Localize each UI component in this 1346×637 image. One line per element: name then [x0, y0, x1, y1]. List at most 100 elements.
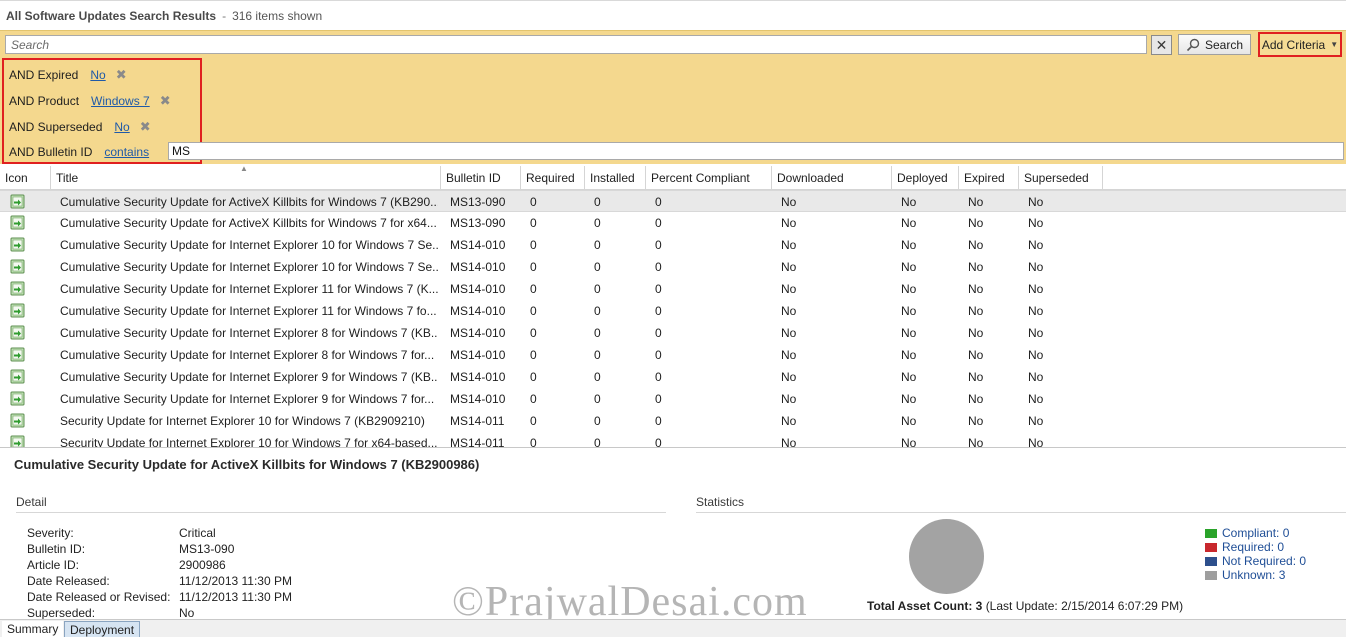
remove-criterion-icon[interactable]: ✖ — [160, 93, 171, 109]
article-id-label: Article ID: — [27, 558, 80, 572]
column-percent-compliant[interactable]: Percent Compliant — [646, 166, 772, 190]
cell-required: 0 — [530, 392, 537, 406]
asset-count-label: Total Asset Count: 3 — [867, 599, 983, 613]
add-criteria-button[interactable]: Add Criteria ▼ — [1258, 32, 1342, 57]
table-row[interactable]: Security Update for Internet Explorer 10… — [0, 410, 1346, 432]
cell-installed: 0 — [594, 195, 601, 209]
cell-superseded: No — [1028, 195, 1044, 209]
legend-label: Required: 0 — [1222, 540, 1285, 554]
table-row[interactable]: Cumulative Security Update for Internet … — [0, 256, 1346, 278]
cell-installed: 0 — [594, 370, 601, 384]
grid-body: Cumulative Security Update for ActiveX K… — [0, 190, 1346, 448]
cell-percent-compliant: 0 — [655, 392, 662, 406]
cell-title: Security Update for Internet Explorer 10… — [60, 436, 438, 448]
cell-bulletin-id: MS14-011 — [450, 436, 505, 448]
column-title[interactable]: Title — [51, 166, 441, 190]
cell-percent-compliant: 0 — [655, 348, 662, 362]
software-update-icon — [10, 259, 25, 274]
column-installed[interactable]: Installed — [585, 166, 646, 190]
cell-installed: 0 — [594, 436, 601, 448]
cell-percent-compliant: 0 — [655, 238, 662, 252]
cell-bulletin-id: MS13-090 — [450, 195, 506, 209]
column-deployed[interactable]: Deployed — [892, 166, 959, 190]
legend-swatch — [1205, 528, 1217, 538]
results-grid: ▲ Icon Title Bulletin ID Required Instal… — [0, 166, 1346, 448]
table-row[interactable]: Cumulative Security Update for Internet … — [0, 278, 1346, 300]
cell-title: Security Update for Internet Explorer 10… — [60, 414, 425, 428]
cell-percent-compliant: 0 — [655, 414, 662, 428]
date-released-label: Date Released: — [27, 574, 110, 588]
cell-deployed: No — [901, 436, 917, 448]
cell-bulletin-id: MS14-011 — [450, 414, 505, 428]
cell-installed: 0 — [594, 260, 601, 274]
criterion-operator-link[interactable]: contains — [104, 145, 149, 159]
criterion-value-link[interactable]: No — [90, 68, 105, 82]
cell-title: Cumulative Security Update for Internet … — [60, 282, 438, 296]
criterion-value-link[interactable]: No — [114, 120, 129, 134]
table-row[interactable]: Cumulative Security Update for Internet … — [0, 366, 1346, 388]
cell-superseded: No — [1028, 370, 1044, 384]
cell-bulletin-id: MS14-010 — [450, 392, 506, 406]
cell-downloaded: No — [781, 436, 797, 448]
column-downloaded[interactable]: Downloaded — [772, 166, 892, 190]
results-title: All Software Updates Search Results — [6, 9, 217, 23]
cell-required: 0 — [530, 304, 537, 318]
table-row[interactable]: Cumulative Security Update for Internet … — [0, 322, 1346, 344]
column-icon[interactable]: Icon — [0, 166, 51, 190]
cell-deployed: No — [901, 370, 917, 384]
legend-unknown: Unknown: 3 — [1205, 568, 1285, 582]
table-row[interactable]: Cumulative Security Update for Internet … — [0, 300, 1346, 322]
cell-expired: No — [968, 326, 984, 340]
clear-search-button[interactable]: ✕ — [1151, 35, 1172, 55]
criterion-value-link[interactable]: Windows 7 — [91, 94, 150, 108]
cell-deployed: No — [901, 282, 917, 296]
severity-value: Critical — [179, 526, 216, 540]
bulletin-id-input[interactable]: MS — [168, 142, 1344, 160]
cell-required: 0 — [530, 238, 537, 252]
table-row[interactable]: Cumulative Security Update for ActiveX K… — [0, 212, 1346, 234]
cell-superseded: No — [1028, 238, 1044, 252]
cell-deployed: No — [901, 414, 917, 428]
legend-label: Not Required: 0 — [1222, 554, 1307, 568]
search-panel: Search ✕ Search Add Criteria ▼ AND Expir… — [0, 30, 1346, 164]
cell-superseded: No — [1028, 282, 1044, 296]
table-row[interactable]: Cumulative Security Update for ActiveX K… — [0, 190, 1346, 212]
column-bulletin-id[interactable]: Bulletin ID — [441, 166, 521, 190]
superseded-value: No — [179, 606, 195, 620]
remove-criterion-icon[interactable]: ✖ — [140, 119, 151, 135]
cell-title: Cumulative Security Update for ActiveX K… — [60, 216, 437, 230]
software-update-icon — [10, 347, 25, 362]
table-row[interactable]: Cumulative Security Update for Internet … — [0, 234, 1346, 256]
cell-percent-compliant: 0 — [655, 195, 662, 209]
cell-downloaded: No — [781, 282, 797, 296]
cell-percent-compliant: 0 — [655, 370, 662, 384]
table-row[interactable]: Cumulative Security Update for Internet … — [0, 344, 1346, 366]
search-input[interactable]: Search — [5, 35, 1147, 54]
column-superseded[interactable]: Superseded — [1019, 166, 1103, 190]
cell-deployed: No — [901, 348, 917, 362]
table-row[interactable]: Cumulative Security Update for Internet … — [0, 388, 1346, 410]
cell-deployed: No — [901, 304, 917, 318]
superseded-label: Superseded: — [27, 606, 96, 620]
tab-deployment[interactable]: Deployment — [64, 621, 141, 637]
remove-criterion-icon[interactable]: ✖ — [116, 67, 127, 83]
cell-superseded: No — [1028, 216, 1044, 230]
cell-bulletin-id: MS14-010 — [450, 370, 506, 384]
cell-superseded: No — [1028, 260, 1044, 274]
table-row[interactable]: Security Update for Internet Explorer 10… — [0, 432, 1346, 448]
tab-summary[interactable]: Summary — [2, 621, 64, 637]
title-separator: - — [222, 9, 227, 23]
cell-expired: No — [968, 414, 984, 428]
search-button[interactable]: Search — [1178, 34, 1251, 55]
software-update-icon — [10, 194, 25, 209]
column-required[interactable]: Required — [521, 166, 585, 190]
cell-title: Cumulative Security Update for Internet … — [60, 348, 435, 362]
column-expired[interactable]: Expired — [959, 166, 1019, 190]
cell-required: 0 — [530, 282, 537, 296]
cell-installed: 0 — [594, 348, 601, 362]
compliance-pie-chart — [909, 519, 984, 594]
cell-deployed: No — [901, 326, 917, 340]
cell-installed: 0 — [594, 392, 601, 406]
cell-title: Cumulative Security Update for Internet … — [60, 392, 435, 406]
grid-header: ▲ Icon Title Bulletin ID Required Instal… — [0, 166, 1346, 190]
